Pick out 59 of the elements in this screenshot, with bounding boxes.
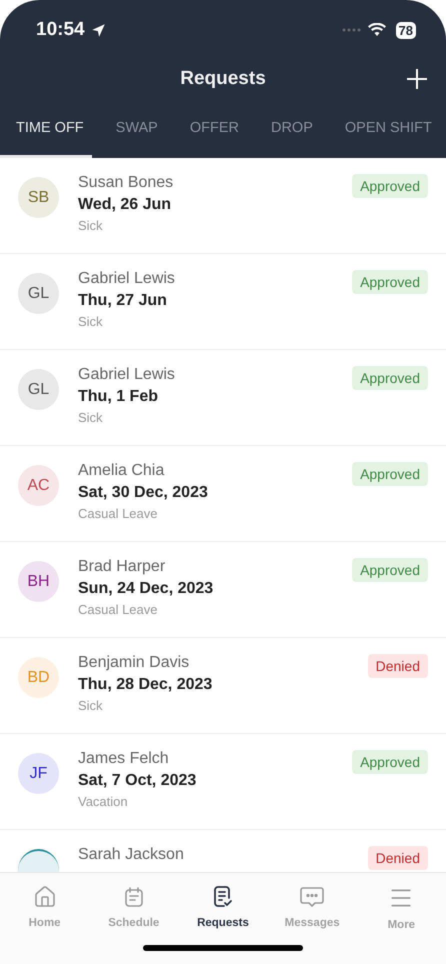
tab[interactable]: OPEN SHIFT: [336, 98, 440, 158]
request-date: Wed, 26 Jun: [78, 196, 172, 214]
employee-name: Brad Harper: [78, 558, 166, 576]
request-row[interactable]: JF James Felch Sat, 7 Oct, 2023 Vacation Approved: [0, 734, 446, 830]
avatar-initials: AC: [27, 476, 50, 494]
leave-type: Casual Leave: [78, 602, 158, 617]
employee-name: Benjamin Davis: [78, 654, 190, 672]
status-badge: Approved: [352, 558, 428, 582]
request-row[interactable]: SB Susan Bones Wed, 26 Jun Sick Approved: [0, 158, 446, 254]
avatar-initials: SB: [28, 188, 50, 206]
request-row[interactable]: BD Benjamin Davis Thu, 28 Dec, 2023 Sick Denied: [0, 638, 446, 734]
request-row[interactable]: AC Amelia Chia Sat, 30 Dec, 2023 Casual Leave Approved: [0, 446, 446, 542]
request-row[interactable]: GL Gabriel Lewis Thu, 1 Feb Sick Approved: [0, 350, 446, 446]
request-date: Sat, 7 Oct, 2023: [78, 772, 198, 790]
leave-type: Sick: [78, 314, 104, 329]
tab[interactable]: SWAP: [108, 98, 166, 158]
avatar-initials: GL: [28, 380, 50, 398]
add-icon[interactable]: [406, 68, 428, 90]
employee-name: Sarah Jackson: [78, 846, 185, 864]
chat-icon: [299, 885, 326, 909]
request-row[interactable]: BH Brad Harper Sun, 24 Dec, 2023 Casual Leave Approved: [0, 542, 446, 638]
nav-tab[interactable]: Requests: [182, 885, 263, 931]
leave-type: Sick: [78, 698, 104, 713]
leave-type: Casual Leave: [78, 506, 158, 521]
tab[interactable]: OFFER: [182, 98, 247, 158]
request-row[interactable]: GL Gabriel Lewis Thu, 27 Jun Sick Approved: [0, 254, 446, 350]
avatar-initials: BD: [27, 668, 50, 686]
employee-name: James Felch: [78, 750, 170, 768]
signal-icon: [342, 28, 362, 32]
status-time: 10:54: [36, 19, 85, 41]
employee-name: Gabriel Lewis: [78, 366, 176, 384]
employee-name: Susan Bones: [78, 174, 174, 192]
battery-level: 78: [396, 22, 416, 38]
status-badge: Approved: [352, 462, 428, 486]
request-date: Thu, 28 Dec, 2023: [78, 676, 214, 694]
leave-type: Vacation: [78, 794, 129, 809]
avatar-initials: JF: [30, 764, 48, 782]
home-icon: [32, 885, 57, 909]
leave-type: Sick: [78, 410, 104, 425]
status-badge: Approved: [352, 750, 428, 774]
employee-name: Gabriel Lewis: [78, 270, 176, 288]
location-arrow-icon: [90, 22, 106, 38]
request-date: Thu, 1 Feb: [78, 388, 159, 406]
request-date: Sat, 30 Dec, 2023: [78, 484, 209, 502]
avatar-initials: BH: [27, 572, 50, 590]
tab[interactable]: DROP: [262, 98, 321, 158]
avatar-initials: GL: [28, 284, 50, 302]
status-badge: Approved: [352, 270, 428, 294]
wifi-icon: [368, 23, 386, 37]
leave-type: Sick: [78, 218, 104, 233]
status-badge: Denied: [368, 846, 428, 870]
status-badge: Denied: [368, 654, 428, 678]
request-date: Thu, 27 Jun: [78, 292, 168, 310]
status-badge: Approved: [352, 174, 428, 198]
status-badge: Approved: [352, 366, 428, 390]
screen-title: Requests: [180, 68, 266, 90]
tab[interactable]: TIME OFF: [0, 98, 92, 158]
request-date: Sun, 24 Dec, 2023: [78, 580, 214, 598]
employee-name: Amelia Chia: [78, 462, 166, 480]
